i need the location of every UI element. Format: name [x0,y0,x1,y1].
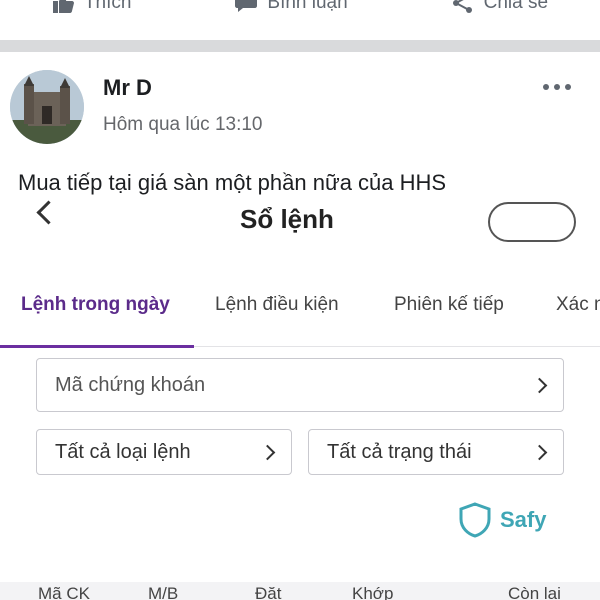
col-buy-sell: M/B [148,584,179,600]
stock-code-placeholder: Mã chứng khoán [55,373,206,396]
tab-next-session: Phiên kế tiếp [394,294,504,315]
tab-conditional-orders: Lệnh điều kiện [215,294,339,315]
tab-today-orders: Lệnh trong ngày [21,294,170,315]
col-matched: Khớp [352,584,394,600]
avatar[interactable] [10,70,84,144]
tab-confirm: Xác n [556,294,600,315]
post-timestamp[interactable]: Hôm qua lúc 13:10 [103,114,263,136]
more-options-button[interactable] [543,80,575,94]
castle-photo-icon [10,70,84,144]
chevron-right-icon [531,444,548,460]
share-label: Chia sẻ [483,0,549,13]
thumbs-up-icon [52,0,74,13]
stock-code-field: Mã chứng khoán [36,358,564,412]
col-stock-code: Mã CK [38,584,90,600]
post-author[interactable]: Mr D [103,75,152,101]
comment-label: Bình luận [267,0,348,13]
like-label: Thích [83,0,132,13]
back-arrow-icon [36,200,61,225]
order-type-label: Tất cả loại lệnh [55,440,191,463]
screenshot-title: Sổ lệnh [240,204,334,234]
active-tab-indicator [0,345,194,348]
share-button[interactable]: Chia sẻ [452,0,548,14]
status-label: Tất cả trạng thái [327,440,472,463]
safy-badge: Safy [458,502,546,538]
share-icon [452,0,472,13]
post-text: Mua tiếp tại giá sàn một phần nữa của HH… [18,170,447,195]
order-type-filter: Tất cả loại lệnh [36,429,292,475]
tabs-divider [194,346,600,347]
more-dot-icon [565,84,571,90]
order-tabs: Lệnh trong ngày Lệnh điều kiện Phiên kế … [0,294,600,344]
attached-screenshot[interactable]: Sổ lệnh Lệnh trong ngày Lệnh điều kiện P… [0,196,600,600]
status-filter: Tất cả trạng thái [308,429,564,475]
more-dot-icon [543,84,549,90]
like-button[interactable]: Thích [52,0,132,14]
shield-icon [459,502,491,538]
comment-button[interactable]: Bình luận [235,0,348,14]
safy-brand: Safy [500,507,547,532]
chevron-right-icon [531,377,548,393]
more-dot-icon [554,84,560,90]
col-remaining: Còn lại [508,584,561,600]
reaction-bar: Thích Bình luận Chia sẻ [0,0,600,40]
col-placed: Đặt [255,584,282,600]
orders-table-header: Mã CK M/B Đặt Khớp Còn lại [0,582,600,600]
feed-divider [0,40,600,52]
toggle-pill [488,202,576,242]
chevron-right-icon [259,444,276,460]
comment-icon [235,0,258,12]
